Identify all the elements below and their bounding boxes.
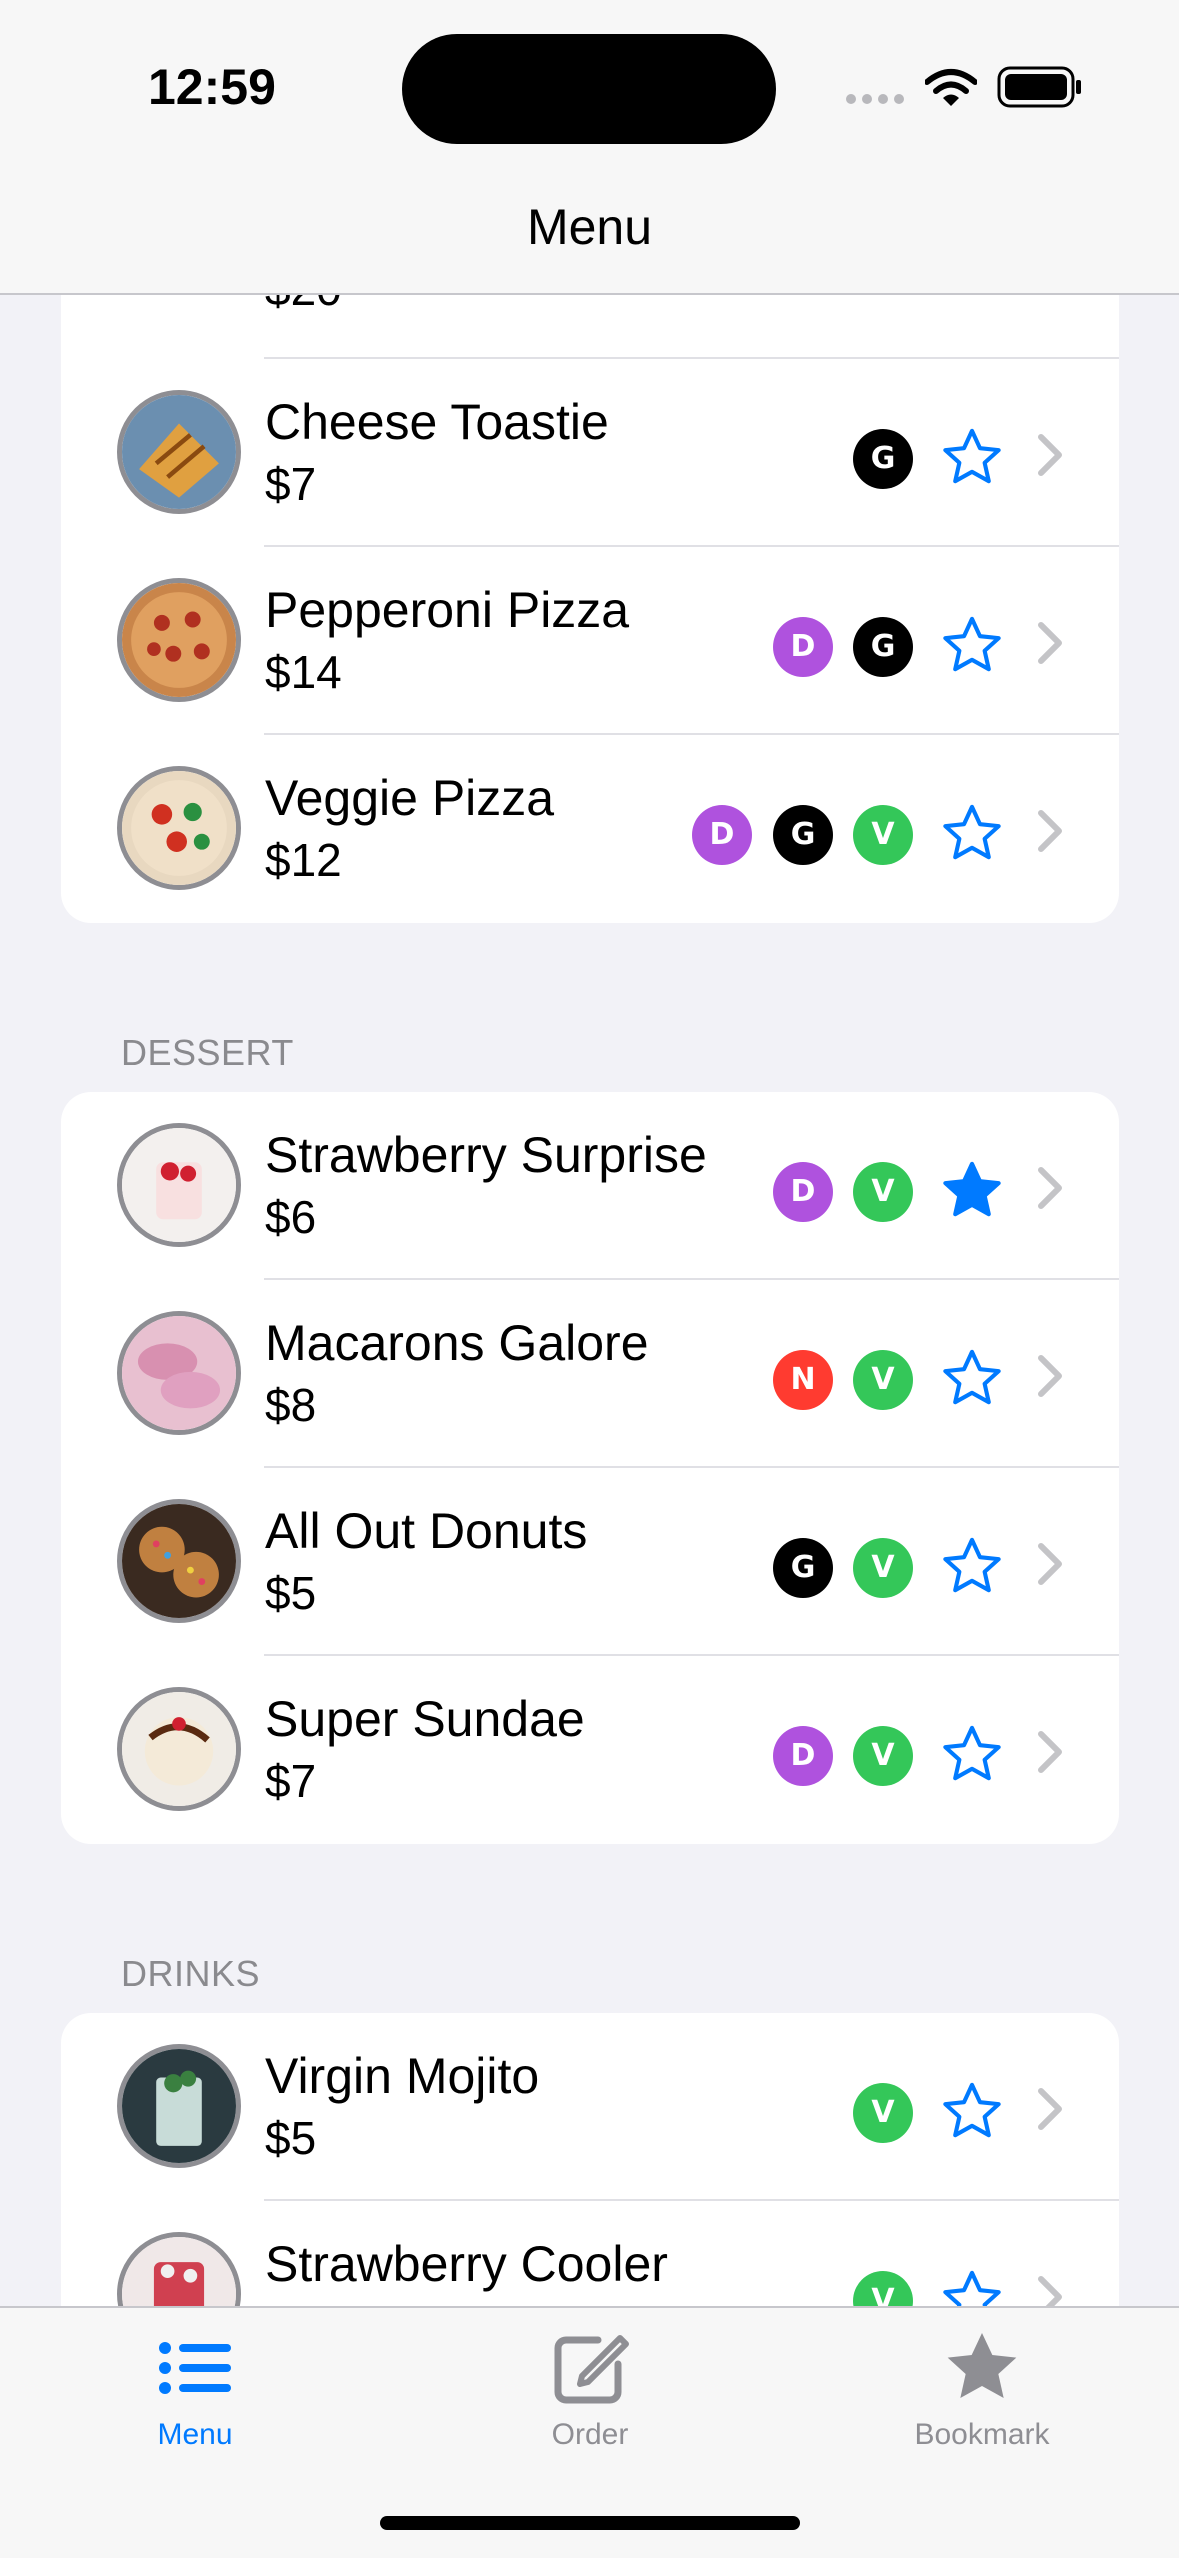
item-name: Veggie Pizza — [265, 770, 555, 826]
badge-gluten: G — [773, 805, 833, 865]
food-photo — [117, 1499, 241, 1623]
item-price: $7 — [265, 458, 317, 510]
badge-dairy: D — [773, 617, 833, 677]
list-row[interactable]: Pepperoni Pizza $14 D G — [61, 547, 1119, 735]
tab-label: Bookmark — [914, 2418, 1050, 2451]
star-icon[interactable] — [939, 1345, 1005, 1411]
badge-gluten: G — [853, 617, 913, 677]
food-photo — [117, 390, 241, 514]
tab-menu[interactable]: Menu — [45, 2308, 345, 2508]
badge-dairy: D — [692, 805, 752, 865]
home-indicator — [380, 2516, 800, 2530]
badge-gluten: G — [853, 429, 913, 489]
star-icon[interactable] — [939, 424, 1005, 490]
list-row[interactable]: Macarons Galore $8 N V — [61, 1280, 1119, 1468]
section-header-drinks: DRINKS — [121, 1953, 261, 1994]
chevron-right-icon — [1038, 434, 1062, 476]
star-icon[interactable] — [939, 800, 1005, 866]
chevron-right-icon — [1038, 1543, 1062, 1585]
item-name: Pepperoni Pizza — [265, 582, 630, 638]
star-icon[interactable] — [939, 1721, 1005, 1787]
chevron-right-icon — [1038, 1167, 1062, 1209]
item-name: Super Sundae — [265, 1691, 585, 1747]
food-photo — [117, 1123, 241, 1247]
badge-vegetarian: V — [853, 805, 913, 865]
chevron-right-icon — [1038, 2088, 1062, 2130]
tab-label: Menu — [157, 2418, 233, 2451]
square-pencil-icon — [554, 2335, 629, 2404]
badge-vegetarian: V — [853, 1538, 913, 1598]
list-row[interactable]: All Out Donuts $5 G V — [61, 1468, 1119, 1656]
badge-vegetarian: V — [853, 1162, 913, 1222]
chevron-right-icon — [1038, 1355, 1062, 1397]
food-photo — [117, 578, 241, 702]
item-name: Strawberry Surprise — [265, 1127, 707, 1183]
item-name: Virgin Mojito — [265, 2048, 540, 2104]
page-title: Menu — [526, 199, 653, 255]
tab-bookmark[interactable]: Bookmark — [832, 2308, 1132, 2508]
star-icon[interactable] — [939, 2078, 1005, 2144]
badge-nuts: N — [773, 1350, 833, 1410]
wifi-icon — [925, 69, 977, 106]
item-name: All Out Donuts — [265, 1503, 588, 1559]
chevron-right-icon — [1038, 622, 1062, 664]
star-icon[interactable] — [939, 612, 1005, 678]
item-price: $7 — [265, 1755, 317, 1807]
badge-dairy: D — [773, 1162, 833, 1222]
badge-gluten: G — [773, 1538, 833, 1598]
chevron-right-icon — [1038, 1731, 1062, 1773]
food-photo — [117, 766, 241, 890]
item-name: Strawberry Cooler — [265, 2236, 668, 2292]
item-name: Macarons Galore — [265, 1315, 649, 1371]
signal-icon — [846, 94, 904, 104]
list-icon — [159, 2342, 231, 2394]
menu-list[interactable]: $20 Cheese Toastie $7 G Pepperoni Pizza … — [0, 0, 1179, 2556]
list-row[interactable]: Virgin Mojito $5 V — [61, 2013, 1119, 2201]
item-price: $5 — [265, 1567, 317, 1619]
star-fill-icon — [947, 2333, 1017, 2398]
section-card-dessert: Strawberry Surprise $6 D V Macarons Galo… — [61, 1092, 1119, 1844]
food-photo — [117, 1311, 241, 1435]
navigation-bar: 12:59 Menu — [0, 0, 1179, 295]
badge-dairy: D — [773, 1726, 833, 1786]
badge-vegetarian: V — [853, 2083, 913, 2143]
badge-vegetarian: V — [853, 1350, 913, 1410]
food-photo — [117, 2044, 241, 2168]
dynamic-island — [402, 34, 776, 144]
chevron-right-icon — [1038, 810, 1062, 852]
badge-vegetarian: V — [853, 1726, 913, 1786]
item-price: $14 — [265, 646, 342, 698]
item-price: $8 — [265, 1379, 317, 1431]
item-name: Cheese Toastie — [265, 394, 609, 450]
list-row[interactable]: Strawberry Surprise $6 D V — [61, 1092, 1119, 1280]
tab-order[interactable]: Order — [440, 2308, 740, 2508]
item-price: $6 — [265, 1191, 317, 1243]
list-row[interactable]: Super Sundae $7 D V — [61, 1656, 1119, 1844]
star-fill-icon[interactable] — [939, 1157, 1005, 1223]
tab-label: Order — [551, 2418, 629, 2451]
list-row[interactable]: Cheese Toastie $7 G — [61, 359, 1119, 547]
item-price: $12 — [265, 834, 342, 886]
list-row[interactable]: Veggie Pizza $12 D G V — [61, 735, 1119, 923]
status-time: 12:59 — [148, 59, 276, 115]
section-header-dessert: DESSERT — [121, 1032, 294, 1073]
battery-icon — [997, 66, 1081, 108]
item-price: $5 — [265, 2112, 317, 2164]
star-icon[interactable] — [939, 1533, 1005, 1599]
food-photo — [117, 1687, 241, 1811]
